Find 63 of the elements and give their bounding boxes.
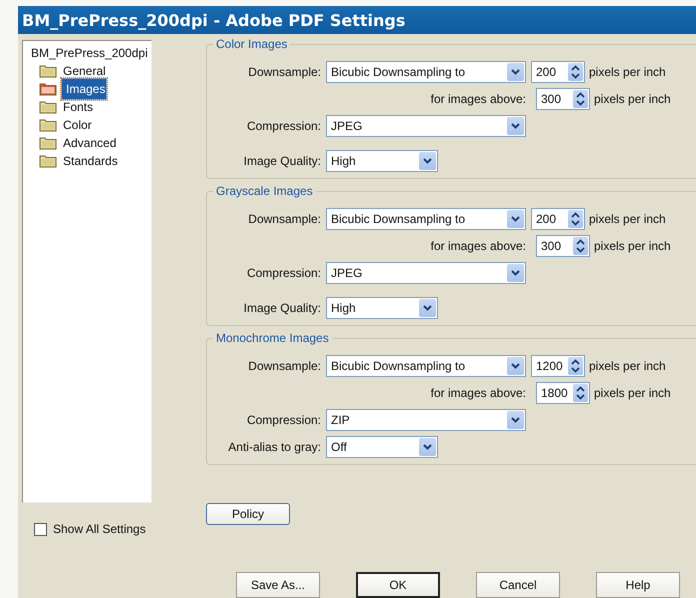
dropdown[interactable]: JPEG bbox=[326, 262, 526, 284]
field-label: Compression: bbox=[246, 119, 322, 133]
unit-label: pixels per inch bbox=[589, 212, 666, 226]
tree-item[interactable]: BM_PrePress_200dpi bbox=[29, 46, 150, 60]
unit-label: pixels per inch bbox=[589, 65, 666, 79]
number-field[interactable]: 300 bbox=[536, 88, 590, 110]
number-field[interactable]: 300 bbox=[536, 235, 590, 257]
folder-icon bbox=[39, 82, 57, 96]
field-label: Downsample: bbox=[247, 359, 322, 373]
tree-item[interactable]: Fonts bbox=[61, 100, 96, 114]
dropdown[interactable]: JPEG bbox=[326, 115, 526, 137]
tree-item[interactable]: Advanced bbox=[61, 136, 118, 150]
dialog-button[interactable]: Save As... bbox=[236, 572, 320, 598]
folder-icon bbox=[39, 154, 57, 168]
field-label: Image Quality: bbox=[242, 154, 322, 168]
spinner-arrows-icon[interactable] bbox=[573, 384, 588, 402]
dialog-button[interactable]: OK bbox=[356, 572, 440, 598]
number-field[interactable]: 1800 bbox=[536, 382, 590, 404]
tree-item[interactable]: Standards bbox=[61, 154, 120, 168]
folder-icon bbox=[39, 136, 57, 150]
unit-label: pixels per inch bbox=[594, 92, 671, 106]
spinner-arrows-icon[interactable] bbox=[568, 210, 583, 228]
number-field[interactable]: 200 bbox=[531, 61, 585, 83]
field-label: Compression: bbox=[246, 413, 322, 427]
unit-label: pixels per inch bbox=[589, 359, 666, 373]
dialog-button[interactable]: Help bbox=[596, 572, 680, 598]
spinner-arrows-icon[interactable] bbox=[573, 90, 588, 108]
tree-item[interactable]: Images bbox=[61, 78, 108, 100]
dropdown[interactable]: Off bbox=[326, 436, 438, 458]
dropdown[interactable]: Bicubic Downsampling to bbox=[326, 61, 526, 83]
dropdown[interactable]: High bbox=[326, 297, 438, 319]
group-title: Color Images bbox=[213, 37, 290, 51]
number-field[interactable]: 200 bbox=[531, 208, 585, 230]
window-title: BM_PrePress_200dpi - Adobe PDF Settings bbox=[22, 10, 406, 30]
unit-label: pixels per inch bbox=[594, 386, 671, 400]
policy-button[interactable]: Policy bbox=[206, 503, 290, 525]
dropdown[interactable]: Bicubic Downsampling to bbox=[326, 355, 526, 377]
folder-icon bbox=[39, 118, 57, 132]
field-label: Compression: bbox=[246, 266, 322, 280]
field-label: for images above: bbox=[430, 239, 527, 253]
field-label: for images above: bbox=[430, 386, 527, 400]
dropdown[interactable]: ZIP bbox=[326, 409, 526, 431]
unit-label: pixels per inch bbox=[594, 239, 671, 253]
dialog-button[interactable]: Cancel bbox=[476, 572, 560, 598]
field-label: for images above: bbox=[430, 92, 527, 106]
spinner-arrows-icon[interactable] bbox=[573, 237, 588, 255]
checkbox-label: Show All Settings bbox=[53, 522, 146, 536]
field-label: Image Quality: bbox=[242, 301, 322, 315]
checkbox[interactable] bbox=[34, 522, 47, 536]
spinner-arrows-icon[interactable] bbox=[568, 357, 583, 375]
folder-icon bbox=[39, 100, 57, 114]
field-label: Anti-alias to gray: bbox=[227, 440, 322, 454]
folder-icon bbox=[39, 64, 57, 78]
dropdown[interactable]: Bicubic Downsampling to bbox=[326, 208, 526, 230]
tree-item[interactable]: Color bbox=[61, 118, 94, 132]
dropdown[interactable]: High bbox=[326, 150, 438, 172]
field-label: Downsample: bbox=[247, 65, 322, 79]
number-field[interactable]: 1200 bbox=[531, 355, 585, 377]
field-label: Downsample: bbox=[247, 212, 322, 226]
tree-item[interactable]: General bbox=[61, 64, 108, 78]
spinner-arrows-icon[interactable] bbox=[568, 63, 583, 81]
group-title: Grayscale Images bbox=[213, 184, 316, 198]
group-title: Monochrome Images bbox=[213, 331, 332, 345]
